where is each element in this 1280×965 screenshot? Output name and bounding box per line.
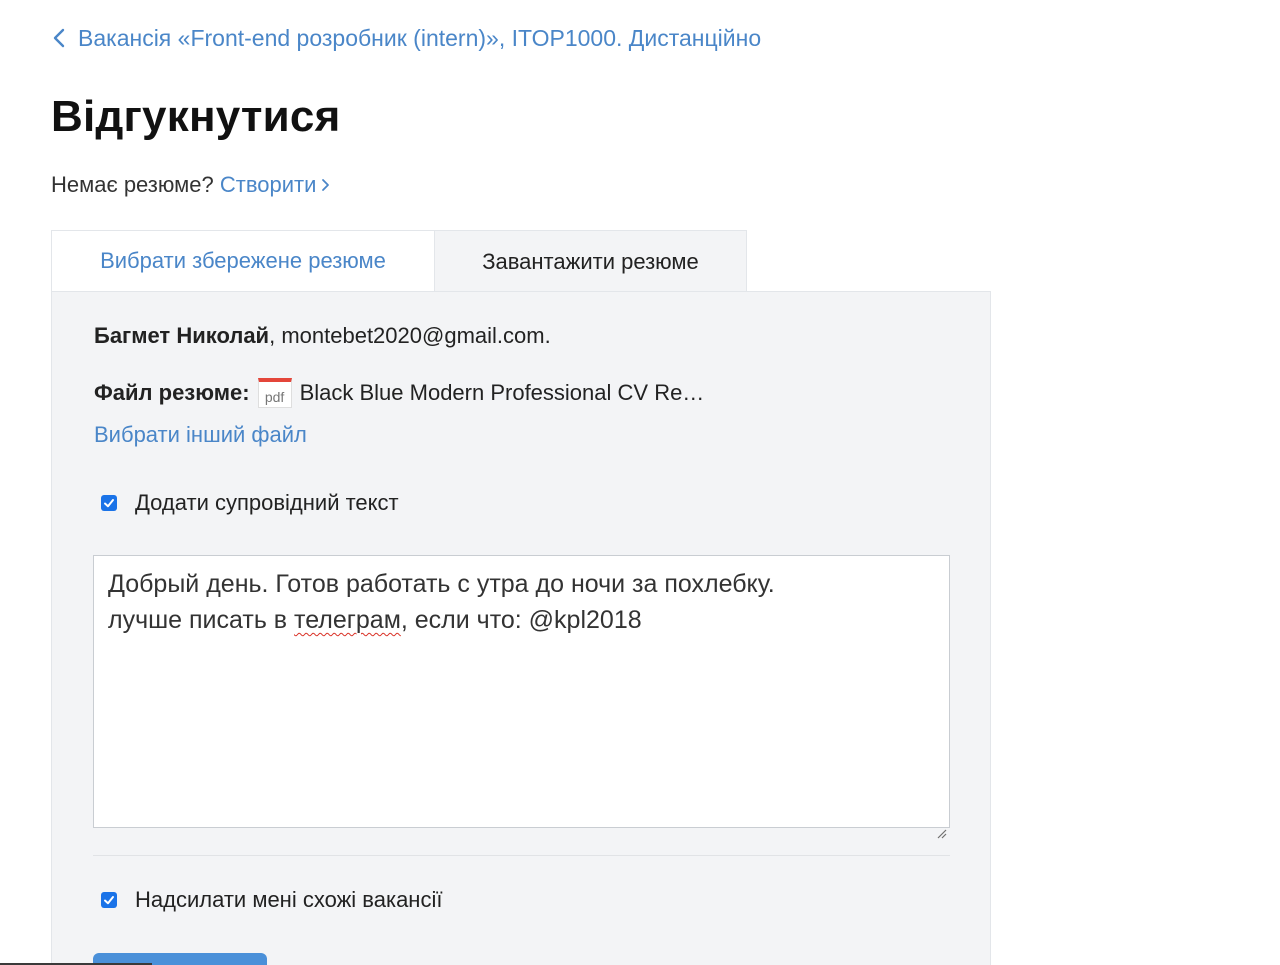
cover-letter-textarea[interactable]: Добрый день. Готов работать с утра до но… [93, 555, 950, 839]
similar-jobs-checkbox[interactable] [101, 892, 117, 908]
checkmark-icon [104, 499, 114, 508]
back-to-vacancy-link[interactable]: Вакансія «Front-end розробник (intern)»,… [52, 24, 761, 52]
back-link-text: Вакансія «Front-end розробник (intern)»,… [78, 24, 762, 51]
misspelled-word: телеграм [294, 606, 401, 634]
chevron-left-icon [52, 24, 70, 52]
upload-resume-panel: Багмет Николай, montebet2020@gmail.com. … [51, 291, 991, 965]
resume-file-label: Файл резюме: [94, 380, 250, 405]
similar-jobs-option: Надсилати мені схожі вакансії [101, 887, 442, 913]
application-page: Вакансія «Front-end розробник (intern)»,… [0, 0, 1280, 965]
pdf-icon-text: pdf [264, 389, 285, 405]
cover-letter-line-2: лучше писать в телеграм, если что: @kpl2… [108, 602, 935, 638]
cover-letter-option: Додати супровідний текст [101, 490, 399, 516]
line-2-before: лучше писать в [108, 606, 295, 634]
choose-other-file-link[interactable]: Вибрати інший файл [94, 422, 307, 448]
applicant-info: Багмет Николай, montebet2020@gmail.com. [94, 323, 551, 349]
resume-file-name: Black Blue Modern Professional CV Re… [299, 380, 705, 405]
tab-upload-resume[interactable]: Завантажити резюме [435, 230, 747, 292]
checkmark-icon [104, 896, 114, 905]
create-resume-link[interactable]: Створити [220, 172, 331, 197]
similar-jobs-label: Надсилати мені схожі вакансії [135, 887, 443, 912]
create-resume-label: Створити [219, 172, 317, 197]
applicant-separator: , [269, 323, 276, 348]
no-resume-question: Немає резюме? [51, 172, 214, 197]
cover-letter-line-1: Добрый день. Готов работать с утра до но… [108, 570, 775, 598]
page-title: Відгукнутися [51, 92, 341, 141]
chevron-right-icon [320, 173, 330, 199]
line-2-after: , если что: @kpl2018 [400, 606, 642, 634]
resume-file-row: Файл резюме: pdf Black Blue Modern Profe… [94, 378, 704, 408]
no-resume-prompt: Немає резюме? Створити [51, 172, 330, 199]
resume-source-tabs: Вибрати збережене резюме Завантажити рез… [51, 230, 991, 292]
section-divider [93, 855, 950, 856]
cover-letter-label: Додати супровідний текст [135, 490, 399, 515]
tab-saved-resume[interactable]: Вибрати збережене резюме [51, 230, 435, 291]
resize-handle-icon[interactable] [935, 813, 947, 839]
pdf-file-icon: pdf [257, 378, 292, 408]
applicant-email: montebet2020@gmail.com. [281, 323, 551, 348]
cover-letter-checkbox[interactable] [101, 495, 117, 511]
applicant-name: Багмет Николай [94, 323, 270, 348]
